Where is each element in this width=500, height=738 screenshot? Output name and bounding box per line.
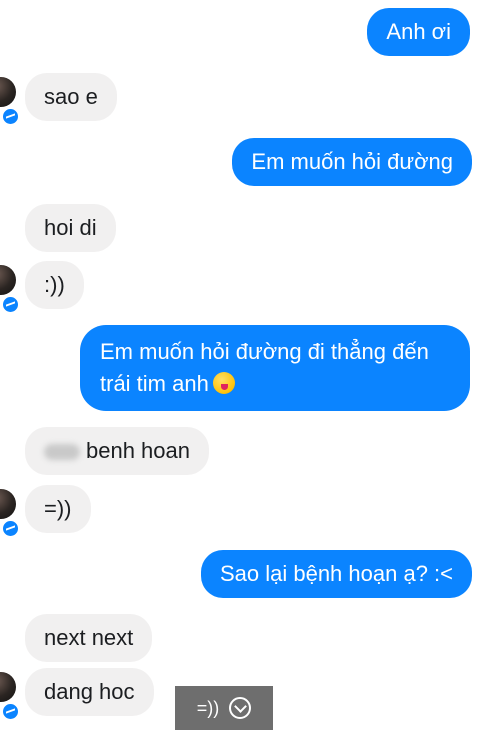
winking-tongue-emoji-icon bbox=[212, 372, 235, 394]
message-text: :)) bbox=[44, 272, 65, 297]
messenger-icon bbox=[1, 702, 20, 721]
message-text: =)) bbox=[44, 496, 72, 521]
message-text: sao e bbox=[44, 84, 98, 109]
message-bubble-incoming[interactable]: next next bbox=[25, 614, 153, 662]
sender-avatar[interactable] bbox=[0, 489, 16, 519]
message-text: benh hoan bbox=[86, 438, 190, 463]
messenger-icon bbox=[1, 519, 20, 538]
message-bubble-outgoing[interactable]: Em muốn hỏi đường bbox=[232, 138, 472, 186]
message-bubble-incoming[interactable]: sao e bbox=[25, 73, 117, 121]
chevron-down-circle-icon[interactable] bbox=[229, 697, 252, 719]
message-bubble-incoming[interactable]: =)) bbox=[25, 485, 91, 533]
new-message-toast[interactable]: =)) bbox=[175, 686, 273, 730]
message-text: Em muốn hỏi đường bbox=[251, 149, 453, 174]
message-bubble-incoming[interactable]: hoi di bbox=[25, 204, 116, 252]
messenger-icon bbox=[1, 107, 20, 126]
message-text: Sao lại bệnh hoạn ạ? :< bbox=[219, 561, 453, 586]
message-text: Anh ơi bbox=[386, 19, 451, 44]
sender-avatar[interactable] bbox=[0, 672, 16, 702]
message-text: hoi di bbox=[44, 215, 97, 240]
redacted-text bbox=[44, 444, 80, 461]
sender-avatar[interactable] bbox=[0, 265, 16, 295]
message-bubble-incoming[interactable]: benh hoan bbox=[25, 427, 209, 475]
message-text: next next bbox=[44, 625, 134, 650]
toast-text: =)) bbox=[196, 697, 220, 718]
message-bubble-incoming[interactable]: dang hoc bbox=[25, 668, 154, 716]
sender-avatar[interactable] bbox=[0, 77, 16, 107]
message-text: Em muốn hỏi đường đi thẳng đến trái tim … bbox=[100, 339, 429, 396]
message-bubble-incoming[interactable]: :)) bbox=[25, 261, 84, 309]
message-bubble-outgoing[interactable]: Sao lại bệnh hoạn ạ? :< bbox=[200, 550, 472, 598]
messenger-icon bbox=[1, 295, 20, 314]
message-bubble-outgoing[interactable]: Em muốn hỏi đường đi thẳng đến trái tim … bbox=[80, 325, 470, 411]
message-text: dang hoc bbox=[44, 679, 135, 704]
message-bubble-outgoing[interactable]: Anh ơi bbox=[367, 8, 470, 56]
